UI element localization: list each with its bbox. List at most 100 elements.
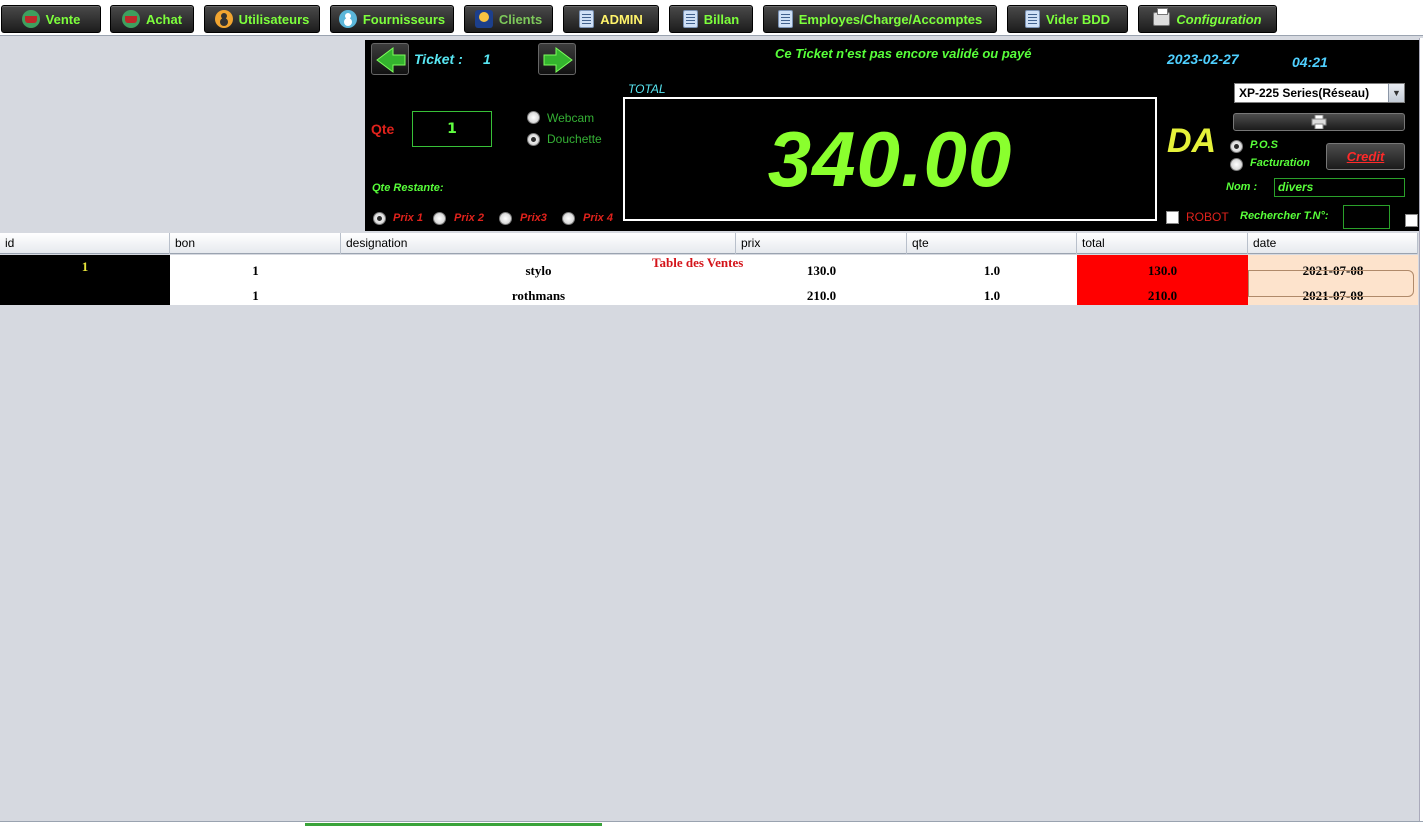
table-header: id bon designation prix qte total date	[0, 233, 1418, 254]
qty-remaining-label: Qte Restante:	[372, 182, 444, 194]
price1-radio[interactable]	[373, 212, 386, 225]
nom-label: Nom :	[1226, 181, 1258, 193]
total-label: TOTAL	[628, 82, 666, 96]
pos-radio[interactable]	[1230, 140, 1243, 153]
ticket-time: 04:21	[1292, 54, 1328, 70]
printer-select-value: XP-225 Series(Réseau)	[1239, 86, 1370, 100]
printer-icon	[1311, 115, 1327, 129]
supplier-icon	[338, 10, 357, 28]
document-icon	[777, 10, 793, 28]
ticket-number: 1	[483, 51, 491, 67]
price1-label: Prix 1	[393, 212, 423, 224]
currency-label: DA	[1167, 122, 1217, 160]
price4-radio[interactable]	[562, 212, 575, 225]
cell-prix: 130.0	[736, 255, 907, 280]
printer-select[interactable]: XP-225 Series(Réseau) ▼	[1234, 83, 1405, 103]
price2-label: Prix 2	[454, 212, 484, 224]
facturation-label: Facturation	[1250, 157, 1310, 169]
printer-icon	[1153, 8, 1171, 26]
configuration-button[interactable]: Configuration	[1138, 5, 1277, 33]
column-header-prix[interactable]: prix	[736, 233, 907, 254]
admin-label: ADMIN	[600, 11, 643, 27]
next-ticket-button[interactable]	[538, 43, 576, 75]
ticket-status: Ce Ticket n'est pas encore validé ou pay…	[775, 46, 1032, 61]
robot-checkbox[interactable]	[1166, 211, 1179, 224]
ticket-date: 2023-02-27	[1167, 51, 1239, 67]
webcam-label: Webcam	[547, 111, 595, 125]
arrow-right-icon	[543, 47, 573, 73]
status-bar	[0, 821, 1423, 827]
qty-input[interactable]: 1	[412, 111, 492, 147]
billan-button[interactable]: Billan	[669, 5, 753, 33]
document-icon	[579, 10, 595, 28]
basket-icon	[121, 10, 140, 28]
cell-prix: 210.0	[736, 280, 907, 305]
price4-label: Prix 4	[583, 212, 613, 224]
vente-button[interactable]: Vente	[1, 5, 101, 33]
user-icon	[214, 10, 233, 28]
admin-button[interactable]: ADMIN	[563, 5, 659, 33]
basket-icon	[21, 10, 40, 28]
cell-bon: 1	[170, 255, 341, 280]
employes-button[interactable]: Employes/Charge/Accomptes	[763, 5, 997, 33]
left-pane	[0, 38, 365, 231]
sales-table: id bon designation prix qte total date 1…	[0, 233, 1423, 823]
search-ticket-input[interactable]	[1343, 205, 1390, 229]
cell-date: 2021-07-08	[1248, 280, 1418, 305]
sale-control-panel: Ticket : 1 Ce Ticket n'est pas encore va…	[365, 40, 1423, 231]
extra-checkbox[interactable]	[1405, 214, 1418, 227]
column-header-bon[interactable]: bon	[170, 233, 341, 254]
chevron-down-icon: ▼	[1388, 84, 1404, 102]
price2-radio[interactable]	[433, 212, 446, 225]
fournisseurs-label: Fournisseurs	[362, 11, 446, 27]
vider-bdd-button[interactable]: Vider BDD	[1007, 5, 1128, 33]
utilisateurs-button[interactable]: Utilisateurs	[204, 5, 320, 33]
column-header-date[interactable]: date	[1248, 233, 1418, 254]
nom-field[interactable]: divers	[1274, 178, 1405, 197]
robot-label: ROBOT	[1186, 210, 1229, 224]
clients-button[interactable]: Clients	[464, 5, 553, 33]
cell-date: 2021-07-08	[1248, 255, 1418, 280]
previous-ticket-button[interactable]	[371, 43, 409, 75]
clients-label: Clients	[498, 11, 543, 27]
search-ticket-label: Rechercher T.N°:	[1240, 210, 1329, 222]
price3-label: Prix3	[520, 212, 547, 224]
achat-label: Achat	[145, 11, 183, 27]
credit-button[interactable]: Credit	[1326, 143, 1405, 170]
column-header-id[interactable]: id	[0, 233, 170, 254]
table-row[interactable]: 1 rothmans 210.0 1.0 210.0 2021-07-08	[0, 280, 1418, 305]
right-scrollbar-edge	[1419, 38, 1423, 821]
cell-qte: 1.0	[907, 280, 1077, 305]
achat-button[interactable]: Achat	[110, 5, 194, 33]
cell-total: 130.0	[1077, 255, 1248, 280]
price3-radio[interactable]	[499, 212, 512, 225]
column-header-total[interactable]: total	[1077, 233, 1248, 254]
column-header-qte[interactable]: qte	[907, 233, 1077, 254]
fournisseurs-button[interactable]: Fournisseurs	[330, 5, 454, 33]
cell-total: 210.0	[1077, 280, 1248, 305]
pos-label: P.O.S	[1250, 139, 1278, 151]
client-icon	[474, 10, 493, 28]
total-display: 340.00	[623, 97, 1157, 221]
qty-label: Qte	[371, 121, 395, 137]
print-button[interactable]	[1233, 113, 1405, 131]
vente-label: Vente	[45, 11, 81, 27]
total-value: 340.00	[767, 114, 1013, 203]
column-header-designation[interactable]: designation	[341, 233, 736, 254]
ticket-label: Ticket :	[414, 51, 463, 67]
cell-qte: 1.0	[907, 255, 1077, 280]
cell-id	[0, 280, 170, 305]
facturation-radio[interactable]	[1230, 158, 1243, 171]
table-caption: Table des Ventes	[652, 255, 744, 270]
billan-label: Billan	[703, 11, 740, 27]
webcam-radio[interactable]	[527, 111, 540, 124]
cell-designation: rothmans	[341, 280, 736, 305]
arrow-left-icon	[376, 47, 406, 73]
douchette-radio[interactable]	[527, 133, 540, 146]
cell-id: 1	[0, 255, 170, 280]
document-icon	[1024, 10, 1040, 28]
utilisateurs-label: Utilisateurs	[238, 11, 310, 27]
douchette-label: Douchette	[547, 132, 602, 146]
credit-label: Credit	[1346, 149, 1385, 164]
vider-bdd-label: Vider BDD	[1045, 11, 1111, 27]
